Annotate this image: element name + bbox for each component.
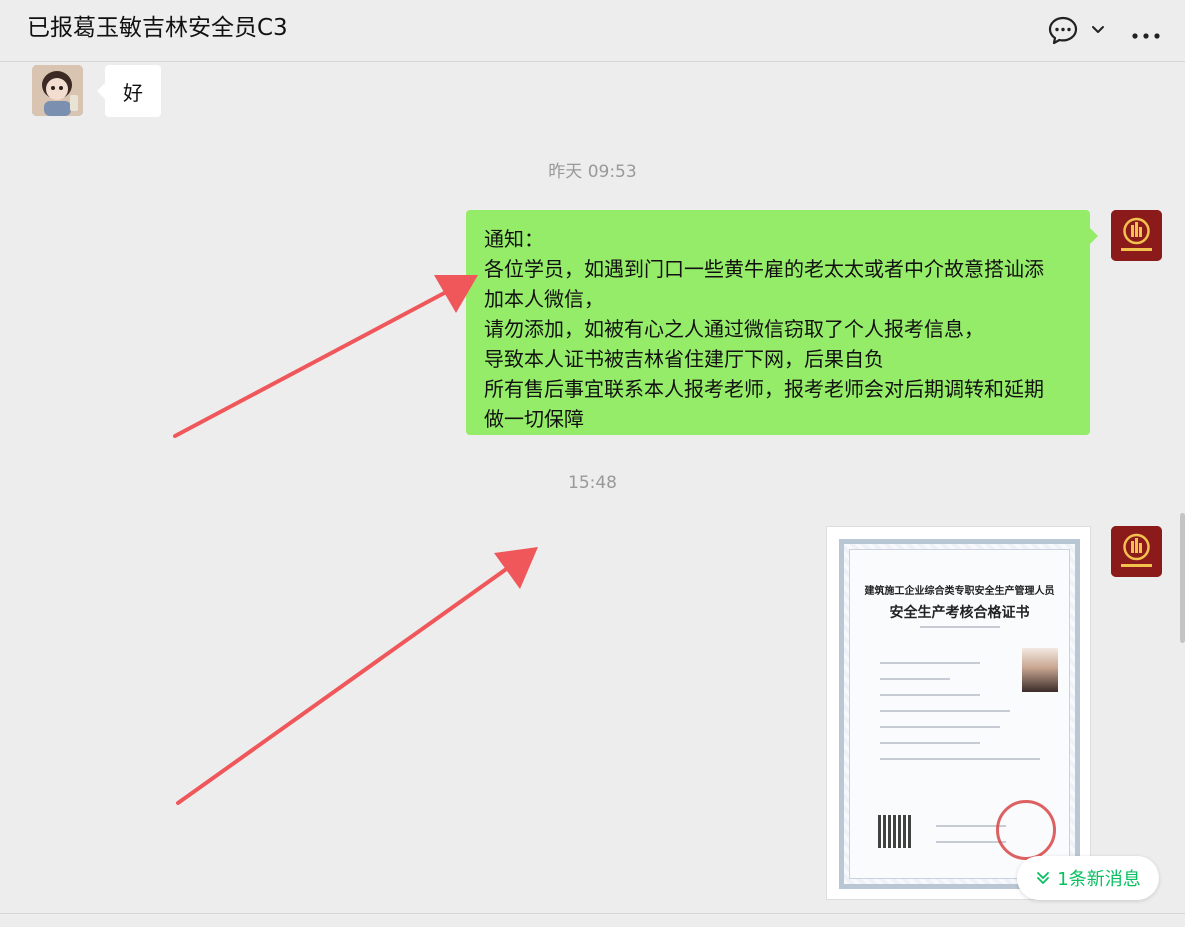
notice-line: 做一切保障: [484, 407, 584, 431]
new-message-button[interactable]: 1条新消息: [1017, 856, 1159, 900]
notice-line: 请勿添加，如被有心之人通过微信窃取了个人报考信息，: [484, 317, 984, 341]
certificate-field-line: [880, 662, 980, 664]
certificate-number-line: [920, 626, 1000, 628]
notice-line: 所有售后事宜联系本人报考老师，报考老师会对后期调转和延期: [484, 377, 1044, 401]
certificate-field-line: [880, 694, 980, 696]
new-message-label: 1条新消息: [1057, 869, 1141, 890]
divider: [0, 913, 1185, 914]
chat-bubble-icon[interactable]: [1046, 14, 1080, 52]
contact-avatar-image: [32, 65, 83, 116]
qr-code-icon: [878, 815, 911, 848]
notice-line: 导致本人证书被吉林省住建厅下网，后果自负: [484, 347, 884, 371]
notice-line: 加本人微信，: [484, 287, 604, 311]
certificate-field-line: [880, 710, 1010, 712]
official-seal-icon: [996, 800, 1056, 860]
certificate-field-line: [880, 678, 950, 680]
certificate-image-message[interactable]: 建筑施工企业综合类专职安全生产管理人员 安全生产考核合格证书: [826, 526, 1091, 900]
certificate-body: 建筑施工企业综合类专职安全生产管理人员 安全生产考核合格证书: [849, 549, 1070, 879]
chat-header: 已报葛玉敏吉林安全员C3: [0, 0, 1185, 62]
outgoing-notice-bubble[interactable]: 通知： 各位学员，如遇到门口一些黄牛雇的老太太或者中介故意搭讪添 加本人微信， …: [466, 210, 1098, 435]
certificate-field-line: [880, 758, 1040, 760]
certificate-heading: 建筑施工企业综合类专职安全生产管理人员: [864, 586, 1055, 597]
more-dots-icon[interactable]: [1131, 26, 1163, 45]
certificate-field-line: [880, 726, 1000, 728]
certificate-photo: [1022, 648, 1058, 692]
certificate-title: 安全生产考核合格证书: [889, 605, 1030, 621]
my-avatar[interactable]: [1111, 526, 1162, 577]
certificate-field-line: [880, 742, 980, 744]
notice-line: 通知：: [484, 227, 544, 251]
scrollbar[interactable]: [1180, 513, 1185, 643]
contact-avatar[interactable]: [32, 65, 83, 116]
timestamp: 昨天 09:53: [548, 162, 637, 182]
certificate-field-line: [936, 841, 1006, 843]
double-chevron-down-icon: [1037, 872, 1050, 884]
notice-line: 各位学员，如遇到门口一些黄牛雇的老太太或者中介故意搭讪添: [484, 257, 1044, 281]
certificate-border: 建筑施工企业综合类专职安全生产管理人员 安全生产考核合格证书: [839, 539, 1080, 889]
my-avatar[interactable]: [1111, 210, 1162, 261]
chat-title: 已报葛玉敏吉林安全员C3: [27, 15, 288, 41]
message-list[interactable]: 好 昨天 09:53 通知： 各位学员，如遇到门口一些黄牛雇的老太太或者中介故意…: [0, 63, 1185, 913]
company-logo-icon: [1111, 526, 1162, 577]
company-logo-icon: [1111, 210, 1162, 261]
chevron-down-icon[interactable]: [1090, 22, 1106, 42]
incoming-message-text: 好: [123, 80, 143, 105]
incoming-message-bubble[interactable]: 好: [97, 65, 161, 117]
timestamp: 15:48: [568, 473, 617, 493]
